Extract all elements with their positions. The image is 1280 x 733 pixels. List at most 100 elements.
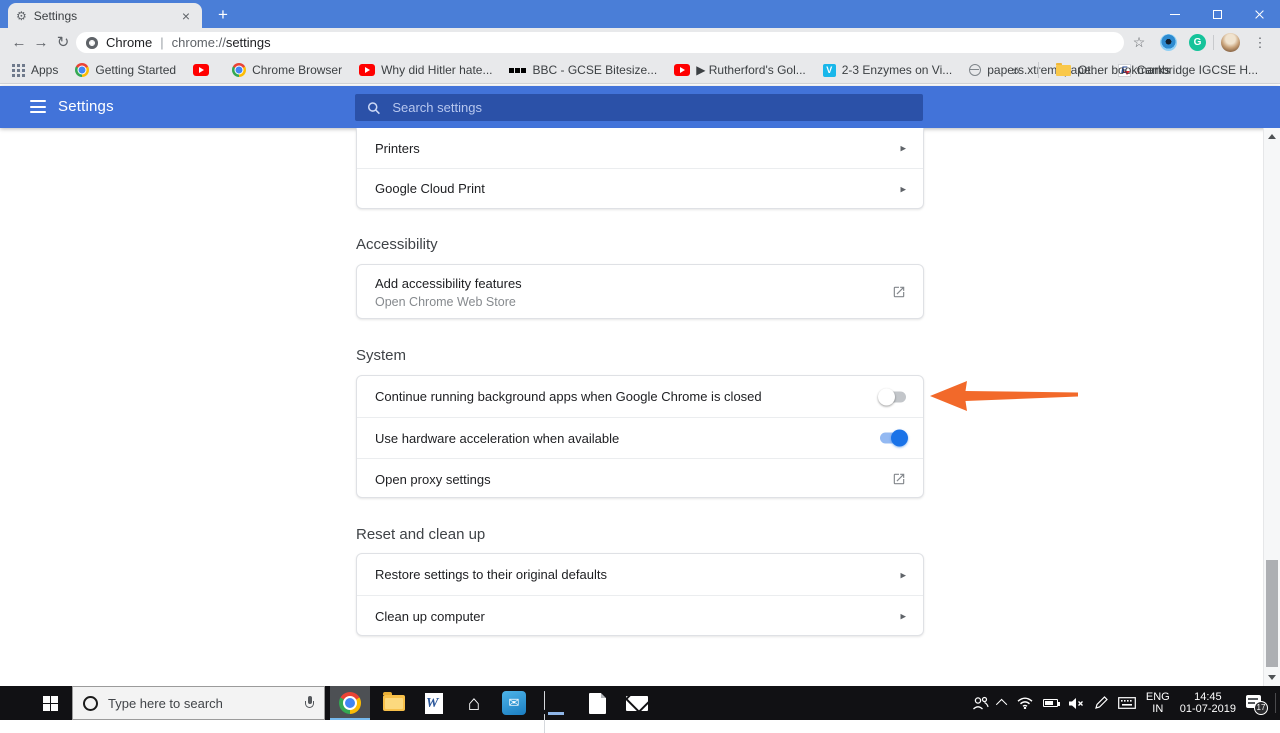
hardware-acceleration-toggle[interactable] xyxy=(878,429,908,447)
add-accessibility-features-row[interactable]: Add accessibility features Open Chrome W… xyxy=(357,265,923,319)
taskbar-file-explorer-button[interactable] xyxy=(374,686,414,720)
google-cloud-print-row[interactable]: Google Cloud Print ▸ xyxy=(357,168,923,208)
bookmark-getting-started[interactable]: Getting Started xyxy=(75,63,176,77)
apps-grid-icon xyxy=(12,63,25,77)
bookmark-label: BBC - GCSE Bitesize... xyxy=(532,63,658,77)
notification-center-button[interactable]: 17 xyxy=(1246,693,1268,715)
bookmark-star-icon[interactable]: ☆ xyxy=(1128,28,1150,57)
extension-icon-grammarly[interactable]: G xyxy=(1189,34,1206,51)
address-bar[interactable]: Chrome | chrome://settings xyxy=(76,32,1124,53)
reload-button[interactable]: ↻ xyxy=(51,28,75,57)
browser-menu-button[interactable]: ⋮ xyxy=(1248,28,1272,57)
microphone-icon[interactable] xyxy=(305,695,314,711)
page-scrollbar[interactable] xyxy=(1263,128,1280,686)
close-window-button[interactable] xyxy=(1238,0,1280,28)
bookmark-rutherfords-gold[interactable]: ▶ Rutherford's Gol... xyxy=(674,63,806,77)
window-controls xyxy=(1154,0,1280,28)
windows-logo-icon xyxy=(42,695,58,711)
toggle-knob xyxy=(878,388,895,405)
omnibox-site-label: Chrome xyxy=(106,35,153,50)
settings-page: Settings Printers ▸ Google Cloud Print ▸… xyxy=(0,84,1280,686)
omnibox-url-scheme: chrome:// xyxy=(171,35,226,50)
start-button[interactable] xyxy=(28,686,72,720)
monitor-icon xyxy=(544,691,568,733)
maximize-button[interactable] xyxy=(1196,0,1238,28)
taskbar-home-button[interactable]: ⌂ xyxy=(454,686,494,720)
other-bookmarks-label: Other bookmarks xyxy=(1078,63,1171,77)
minimize-button[interactable] xyxy=(1154,0,1196,28)
taskbar-document-button[interactable] xyxy=(577,686,617,720)
open-proxy-settings-row[interactable]: Open proxy settings xyxy=(357,458,923,499)
profile-avatar[interactable] xyxy=(1221,33,1240,52)
back-button[interactable]: ← xyxy=(7,28,31,57)
hamburger-menu-icon[interactable] xyxy=(30,100,46,113)
bookmark-why-did-hitler[interactable]: Why did Hitler hate... xyxy=(359,63,492,77)
subpage-arrow-icon: ▸ xyxy=(900,142,906,155)
printers-row[interactable]: Printers ▸ xyxy=(357,128,923,168)
scrollbar-thumb[interactable] xyxy=(1266,560,1278,667)
chrome-icon xyxy=(232,63,247,77)
taskbar-word-button[interactable]: W xyxy=(414,686,454,720)
bbc-icon xyxy=(509,67,527,73)
subpage-arrow-icon: ▸ xyxy=(900,183,906,195)
bookmark-chrome-browser[interactable]: Chrome Browser xyxy=(232,63,342,77)
new-tab-button[interactable]: + xyxy=(210,4,236,26)
taskbar-mail-button[interactable] xyxy=(617,686,657,720)
taskbar-mail-app-button[interactable]: ✉ xyxy=(494,686,534,720)
browser-toolbar: ← → ↻ Chrome | chrome://settings ☆ G ⋮ xyxy=(0,28,1280,57)
settings-search-input[interactable] xyxy=(392,100,911,115)
show-desktop-divider[interactable] xyxy=(1275,693,1276,713)
word-letter: W xyxy=(426,695,439,711)
bookmark-enzymes-vimeo[interactable]: V 2-3 Enzymes on Vi... xyxy=(822,63,953,77)
taskbar-chrome-button[interactable] xyxy=(330,686,370,720)
volume-muted-icon[interactable] xyxy=(1068,697,1084,710)
bookmarks-bar: Apps Getting Started Chrome Browser Why … xyxy=(0,57,1280,84)
scroll-down-arrow-icon[interactable] xyxy=(1268,675,1276,680)
forward-button[interactable]: → xyxy=(29,28,53,57)
scroll-up-arrow-icon[interactable] xyxy=(1268,134,1276,139)
battery-icon[interactable] xyxy=(1042,699,1060,707)
taskbar-search-input[interactable] xyxy=(108,695,295,711)
extension-icon-blue[interactable] xyxy=(1160,34,1177,51)
hardware-acceleration-row[interactable]: Use hardware acceleration when available xyxy=(357,417,923,458)
people-icon[interactable] xyxy=(972,696,989,710)
language-indicator[interactable]: ENG IN xyxy=(1146,691,1170,715)
pen-icon[interactable] xyxy=(1094,696,1108,710)
document-icon xyxy=(588,692,606,714)
tray-expand-chevron-icon[interactable] xyxy=(995,698,1008,711)
bookmark-apps[interactable]: Apps xyxy=(12,63,58,77)
time: 14:45 xyxy=(1194,691,1222,703)
site-info-icon[interactable] xyxy=(86,36,98,49)
settings-search-box[interactable] xyxy=(355,94,923,121)
external-link-icon xyxy=(892,285,906,299)
tab-title: Settings xyxy=(33,8,78,23)
browser-titlebar: ⚙ Settings × + xyxy=(0,0,1280,28)
windows-taskbar: W ⌂ ✉ xyxy=(0,686,1280,733)
browser-tab-settings[interactable]: ⚙ Settings × xyxy=(8,3,202,28)
chrome-icon xyxy=(339,692,361,714)
system-card: Continue running background apps when Go… xyxy=(356,375,924,498)
subpage-arrow-icon: ▸ xyxy=(900,569,906,581)
other-bookmarks-button[interactable]: Other bookmarks xyxy=(1056,57,1170,83)
mail-tile-icon: ✉ xyxy=(502,691,526,715)
bookmark-label: ▶ Rutherford's Gol... xyxy=(696,63,806,77)
row-label: Google Cloud Print xyxy=(375,181,485,196)
wifi-icon[interactable] xyxy=(1017,697,1033,709)
continue-running-background-apps-toggle[interactable] xyxy=(878,388,908,405)
touch-keyboard-icon[interactable] xyxy=(1117,697,1136,709)
date: 01-07-2019 xyxy=(1179,703,1236,715)
clock[interactable]: 14:45 01-07-2019 xyxy=(1180,691,1236,715)
tab-close-icon[interactable]: × xyxy=(178,8,194,24)
row-label: Printers xyxy=(375,140,420,156)
restore-settings-row[interactable]: Restore settings to their original defau… xyxy=(357,554,923,595)
taskbar-search-box[interactable] xyxy=(72,686,325,720)
clean-up-computer-row[interactable]: Clean up computer ▸ xyxy=(357,595,923,636)
bookmark-label: 2-3 Enzymes on Vi... xyxy=(841,63,953,77)
taskbar-computer-button[interactable] xyxy=(536,686,576,733)
background-apps-row[interactable]: Continue running background apps when Go… xyxy=(357,376,923,417)
row-sublabel: Open Chrome Web Store xyxy=(375,295,516,309)
bookmark-youtube[interactable] xyxy=(193,64,215,76)
bookmarks-overflow-chevron[interactable]: » xyxy=(1012,57,1020,83)
accessibility-card: Add accessibility features Open Chrome W… xyxy=(356,264,924,319)
bookmark-bbc-bitesize[interactable]: BBC - GCSE Bitesize... xyxy=(509,63,657,77)
